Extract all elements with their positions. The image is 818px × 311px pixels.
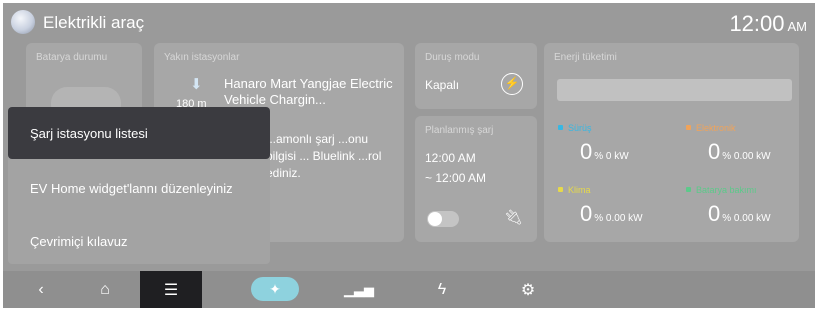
station-info-text: ...amonlı şarj ...onu bilgisi ... Blueli… xyxy=(266,132,382,180)
page-title: Elektrikli araç xyxy=(43,13,145,32)
battery-card-title: Batarya durumu xyxy=(36,52,108,63)
charger-icon[interactable]: ϟ xyxy=(426,271,458,308)
metric-value-row: 0% 0 kW xyxy=(580,139,629,164)
drive-mode-title: Duruş modu xyxy=(425,52,480,63)
metric-label: Batarya bakımı xyxy=(686,185,806,195)
metric-dot xyxy=(686,125,691,130)
energy-consumption-card[interactable]: Enerji tüketimi Sürüş 0% 0 kW Elektronik… xyxy=(544,43,799,242)
back-icon[interactable]: ‹ xyxy=(25,271,57,308)
station-name: Hanaro Mart Yangjae Electric Vehicle Cha… xyxy=(224,76,393,107)
top-bar: Elektrikli araç 12:00 AM xyxy=(3,3,815,41)
charge-plug-icon: 🔌︎ xyxy=(503,209,523,226)
energy-metric-battery-care: Batarya bakımı 0% 0.00 kW xyxy=(686,185,806,235)
clock-ampm: AM xyxy=(787,19,808,34)
toggle-knob xyxy=(428,212,442,226)
home-icon[interactable]: ⌂ xyxy=(89,271,121,308)
clock: 12:00 AM xyxy=(729,11,807,37)
metric-value-row: 0% 0.00 kW xyxy=(580,201,643,226)
menu-item-charging-station-list[interactable]: Şarj istasyonu listesi xyxy=(8,107,270,159)
direction-arrow-icon: ⬇ xyxy=(190,76,203,93)
metric-dot xyxy=(558,187,563,192)
bottom-navbar: ‹ ⌂ ☰ ✦ ▁▃▅ ϟ ⚙ xyxy=(3,271,815,308)
drive-mode-card[interactable]: Duruş modu Kapalı ⚡ xyxy=(415,43,537,109)
ev-app-icon xyxy=(11,10,35,34)
popup-menu: Şarj istasyonu listesi EV Home widget'la… xyxy=(8,107,270,264)
nearby-card-title: Yakın istasyonlar xyxy=(164,52,240,63)
ev-home-screen: Elektrikli araç 12:00 AM Batarya durumu Y… xyxy=(3,3,815,308)
metric-label: Klima xyxy=(558,185,678,195)
schedule-toggle[interactable] xyxy=(427,211,459,227)
metric-dot xyxy=(686,187,691,192)
scheduled-charging-card[interactable]: Planlanmış şarj 12:00 AM ~ 12:00 AM 🔌︎ xyxy=(415,116,537,242)
page-indicator xyxy=(398,261,436,292)
metric-value-row: 0% 0.00 kW xyxy=(708,139,771,164)
menu-icon[interactable]: ☰ xyxy=(140,271,202,308)
metric-dot xyxy=(558,125,563,130)
scheduled-charging-title: Planlanmış şarj xyxy=(425,125,494,136)
energy-chart-icon[interactable]: ▁▃▅ xyxy=(343,271,375,308)
clock-time: 12:00 xyxy=(729,11,785,36)
power-icon[interactable]: ⚡ xyxy=(501,73,523,95)
schedule-end: ~ 12:00 AM xyxy=(425,171,487,185)
schedule-times: 12:00 AM ~ 12:00 AM xyxy=(425,148,486,188)
metric-label: Elektronik xyxy=(686,123,806,133)
menu-item-edit-widgets[interactable]: EV Home widget'lannı düzenleyiniz xyxy=(8,162,270,214)
energy-metric-climate: Klima 0% 0.00 kW xyxy=(558,185,678,235)
energy-metric-electronics: Elektronik 0% 0.00 kW xyxy=(686,123,806,173)
energy-bar xyxy=(557,79,792,101)
energy-card-title: Enerji tüketimi xyxy=(554,52,617,63)
metric-value-row: 0% 0.00 kW xyxy=(708,201,771,226)
drive-mode-value: Kapalı xyxy=(425,78,460,92)
schedule-start: 12:00 AM xyxy=(425,151,476,165)
energy-metric-driving: Sürüş 0% 0 kW xyxy=(558,123,678,173)
metric-label: Sürüş xyxy=(558,123,678,133)
settings-icon[interactable]: ⚙ xyxy=(512,271,544,308)
ev-leaf-icon[interactable]: ✦ xyxy=(251,277,299,301)
menu-item-online-manual[interactable]: Çevrimiçi kılavuz xyxy=(8,215,270,267)
